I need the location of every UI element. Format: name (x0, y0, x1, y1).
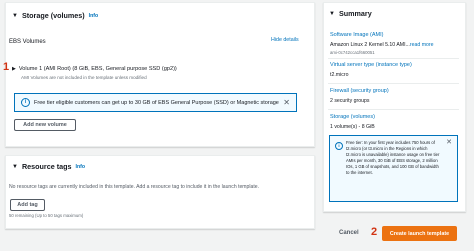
caret-down-icon: ▼ (12, 163, 18, 170)
volume-1-row[interactable]: ▶ Volume 1 (AMI Root) (8 GiB, EBS, Gener… (12, 66, 177, 72)
create-launch-template-button[interactable]: Create launch template (382, 226, 457, 241)
add-tag-button[interactable]: Add tag (10, 199, 45, 211)
caret-right-icon: ▶ (12, 66, 16, 72)
storage-summary-link[interactable]: Storage (volumes) (330, 114, 375, 120)
tags-info-link[interactable]: Info (76, 164, 86, 170)
step-marker-1: 1 (3, 61, 10, 73)
firewall-value: 2 security groups (330, 98, 370, 104)
volume-1-title: Volume 1 (AMI Root) (8 GiB, EBS, General… (18, 66, 177, 72)
caret-down-icon: ▼ (12, 12, 18, 19)
storage-summary-value: 1 volume(s) - 8 GiB (330, 124, 375, 130)
instance-type-value: t2.micro (330, 72, 349, 78)
close-icon[interactable]: ✕ (283, 98, 290, 107)
storage-title: Storage (volumes) (21, 11, 85, 20)
tags-remaining-text: 50 remaining (Up to 50 tags maximum) (9, 213, 84, 218)
info-icon: i (335, 142, 343, 150)
summary-header[interactable]: ▼ Summary (329, 9, 372, 18)
ami-id: ami-0c742cca1f660051 (330, 50, 375, 55)
divider (328, 83, 459, 84)
instance-type-link[interactable]: Virtual server type (instance type) (330, 62, 412, 68)
free-tier-storage-alert: i Free tier eligible customers can get u… (14, 93, 297, 112)
tags-empty-text: No resource tags are currently included … (9, 184, 260, 190)
ami-link[interactable]: Software Image (AMI) (330, 32, 384, 38)
ebs-volumes-label: EBS Volumes (9, 39, 46, 45)
free-tier-text: Free tier: In your first year includes 7… (346, 140, 440, 175)
summary-title: Summary (338, 9, 372, 18)
add-new-volume-button[interactable]: Add new volume (14, 119, 76, 131)
tags-title: Resource tags (21, 162, 72, 171)
free-tier-info-box: i Free tier: In your first year includes… (329, 135, 458, 202)
storage-info-link[interactable]: Info (89, 13, 99, 19)
caret-down-icon: ▼ (329, 10, 335, 17)
tags-section-header[interactable]: ▼ Resource tags Info (12, 162, 85, 171)
alert-text: Free tier eligible customers can get up … (34, 99, 279, 106)
storage-section-header[interactable]: ▼ Storage (volumes) Info (12, 11, 98, 20)
close-icon[interactable]: ✕ (446, 138, 452, 146)
ami-read-more-link[interactable]: read more (410, 42, 434, 48)
cancel-button[interactable]: Cancel (339, 230, 359, 236)
firewall-link[interactable]: Firewall (security group) (330, 88, 389, 94)
hide-details-link[interactable]: Hide details (271, 37, 299, 43)
divider (328, 109, 459, 110)
volume-1-note: AMI Volumes are not included in the temp… (21, 75, 147, 80)
info-icon: i (21, 98, 30, 107)
ami-value: Amazon Linux 2 Kernel 5.10 AMI...read mo… (330, 42, 434, 48)
divider (328, 58, 459, 59)
step-marker-2: 2 (371, 226, 378, 238)
